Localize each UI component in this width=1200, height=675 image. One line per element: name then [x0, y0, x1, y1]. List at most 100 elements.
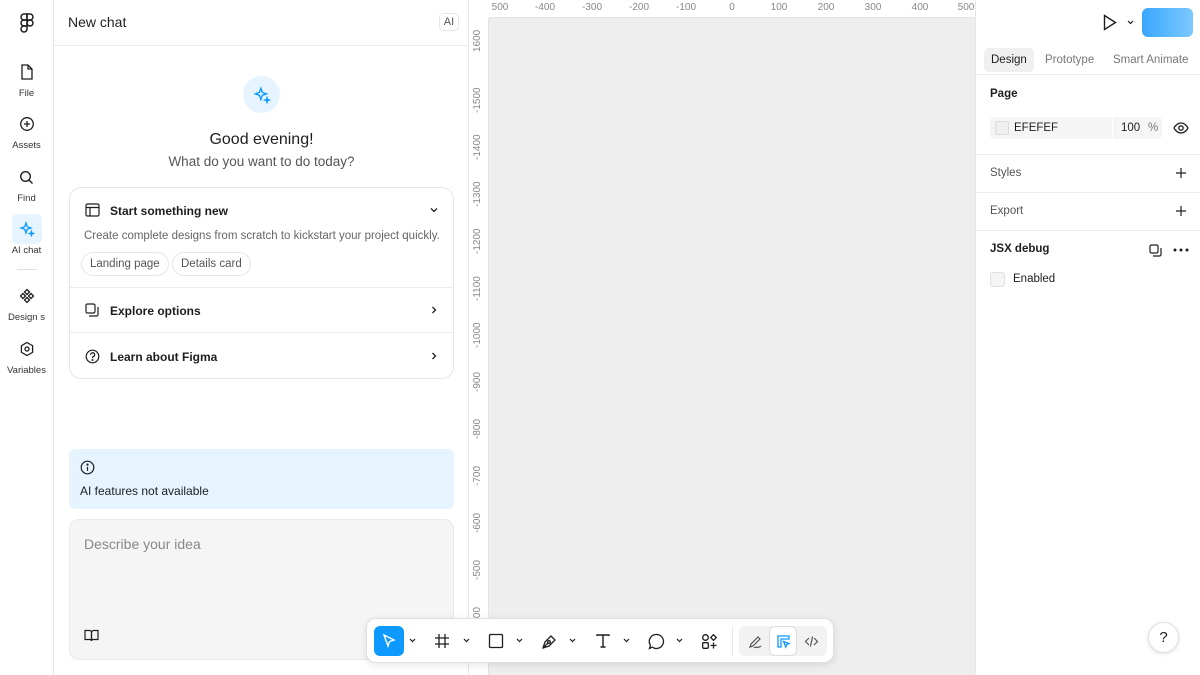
pen-tool-button[interactable]: [534, 626, 564, 656]
color-swatch[interactable]: [995, 121, 1009, 135]
page-color-hex[interactable]: EFEFEF: [1014, 122, 1058, 134]
chip-landing-page[interactable]: Landing page: [81, 252, 169, 276]
ruler-tick: 500: [491, 2, 509, 13]
add-style-plus-icon[interactable]: [1174, 166, 1188, 180]
tab-smart-animate[interactable]: Smart Animate: [1106, 48, 1195, 72]
help-button[interactable]: ?: [1148, 622, 1179, 653]
rail-label: Variables: [7, 365, 46, 376]
tab-design[interactable]: Design: [984, 48, 1034, 72]
option-start-something-new[interactable]: Start something new: [70, 198, 453, 222]
ruler-tick: -1200: [472, 228, 483, 254]
ruler-horizontal: 500 -400 -300 -200 -100 0 100 200 300 40…: [469, 0, 975, 18]
cursor-icon: [382, 633, 396, 649]
chevron-down-icon[interactable]: [462, 636, 470, 644]
ruler-tick: -800: [472, 418, 483, 439]
chevron-down-icon: [429, 205, 439, 215]
rail-label: File: [18, 88, 35, 99]
design-mode-button[interactable]: [769, 626, 797, 656]
ruler-tick: -600: [472, 512, 483, 533]
jsx-enabled-label: Enabled: [1013, 273, 1056, 285]
ruler-tick: -1000: [472, 322, 483, 348]
frame-tool-button[interactable]: [427, 626, 457, 656]
rail-item-design-system[interactable]: Design s: [0, 281, 53, 323]
ruler-tick: -900: [472, 371, 483, 392]
dev-mode-button[interactable]: [797, 626, 825, 656]
notice-text: AI features not available: [80, 484, 209, 498]
option-learn-about-figma[interactable]: Learn about Figma: [70, 333, 453, 378]
code-icon: [804, 635, 818, 647]
rail-item-ai-chat[interactable]: AI chat: [0, 214, 53, 256]
rail-item-find[interactable]: Find: [0, 162, 53, 204]
ruler-corner: [469, 0, 489, 18]
chevron-down-icon[interactable]: [622, 636, 630, 644]
greeting-heading: Good evening!: [209, 131, 314, 148]
ruler-tick: -200: [628, 2, 650, 13]
panel-tabs: Design Prototype Smart Animate: [976, 44, 1200, 75]
book-icon[interactable]: [84, 629, 100, 645]
tab-prototype[interactable]: Prototype: [1038, 48, 1101, 72]
draw-mode-button[interactable]: [741, 626, 769, 656]
option-explore-options[interactable]: Explore options: [70, 288, 453, 332]
ruler-tick: -300: [581, 2, 603, 13]
jsx-enabled-checkbox[interactable]: [990, 272, 1005, 287]
add-export-plus-icon[interactable]: [1174, 204, 1188, 218]
page-color-field[interactable]: EFEFEF 100 %: [990, 117, 1162, 139]
ai-chat-panel: New chat AI Good evening! What do you wa…: [54, 0, 469, 675]
ruler-tick: -700: [472, 465, 483, 486]
present-play-icon[interactable]: [1100, 12, 1120, 32]
section-divider: [976, 230, 1200, 231]
ruler-tick: 500: [957, 2, 975, 13]
section-divider: [976, 154, 1200, 155]
chevron-right-icon: [429, 305, 439, 315]
copy-icon: [84, 302, 100, 318]
jsx-debug-section-title: JSX debug: [990, 243, 1050, 255]
rail-item-file[interactable]: File: [0, 57, 53, 99]
chat-header: New chat AI: [54, 0, 469, 46]
chevron-down-icon[interactable]: [1126, 18, 1134, 26]
actions-tool-button[interactable]: [694, 626, 724, 656]
page-opacity-value[interactable]: 100: [1121, 122, 1140, 134]
chevron-down-icon[interactable]: [408, 636, 416, 644]
more-options-icon[interactable]: [1173, 242, 1189, 258]
page-section-title: Page: [990, 88, 1018, 100]
frame-icon: [435, 634, 449, 648]
option-label: Start something new: [110, 204, 229, 218]
option-description: Create complete designs from scratch to …: [84, 230, 440, 242]
ruler-tick: 100: [770, 2, 788, 13]
rail-label: Find: [17, 193, 36, 204]
share-button[interactable]: [1142, 8, 1193, 37]
design-canvas[interactable]: 500 -400 -300 -200 -100 0 100 200 300 40…: [469, 0, 975, 675]
comment-tool-button[interactable]: [641, 626, 671, 656]
rail-label: AI chat: [11, 245, 42, 256]
rail-item-variables[interactable]: Variables: [0, 334, 53, 376]
opacity-unit: %: [1148, 122, 1159, 134]
option-label: Explore options: [110, 304, 201, 318]
comment-icon: [647, 633, 664, 650]
mode-switcher: [739, 626, 827, 656]
ruler-tick: 400: [911, 2, 929, 13]
ruler-tick: -1400: [472, 134, 483, 160]
layout-icon: [84, 202, 100, 218]
text-tool-button[interactable]: [588, 626, 618, 656]
ruler-tick: 200: [817, 2, 835, 13]
chevron-down-icon[interactable]: [515, 636, 523, 644]
figma-logo-icon[interactable]: [15, 12, 39, 34]
left-rail: File Assets Find AI chat Design s Variab…: [0, 0, 54, 675]
rail-item-assets[interactable]: Assets: [0, 109, 53, 151]
chip-details-card[interactable]: Details card: [172, 252, 251, 276]
option-label: Learn about Figma: [110, 350, 218, 364]
section-divider: [976, 192, 1200, 193]
rectangle-tool-button[interactable]: [481, 626, 511, 656]
ai-badge[interactable]: AI: [439, 13, 459, 31]
ruler-tick: -400: [534, 2, 556, 13]
move-tool-button[interactable]: [374, 626, 404, 656]
ai-unavailable-notice: AI features not available: [69, 449, 454, 509]
eye-icon[interactable]: [1172, 120, 1190, 136]
prompt-input[interactable]: [84, 536, 434, 552]
field-divider: [1112, 117, 1113, 139]
copy-icon[interactable]: [1147, 242, 1163, 258]
chevron-down-icon[interactable]: [675, 636, 683, 644]
sparkle-icon: [243, 76, 280, 113]
greeting-subtitle: What do you want to do today?: [168, 154, 355, 169]
chevron-down-icon[interactable]: [568, 636, 576, 644]
